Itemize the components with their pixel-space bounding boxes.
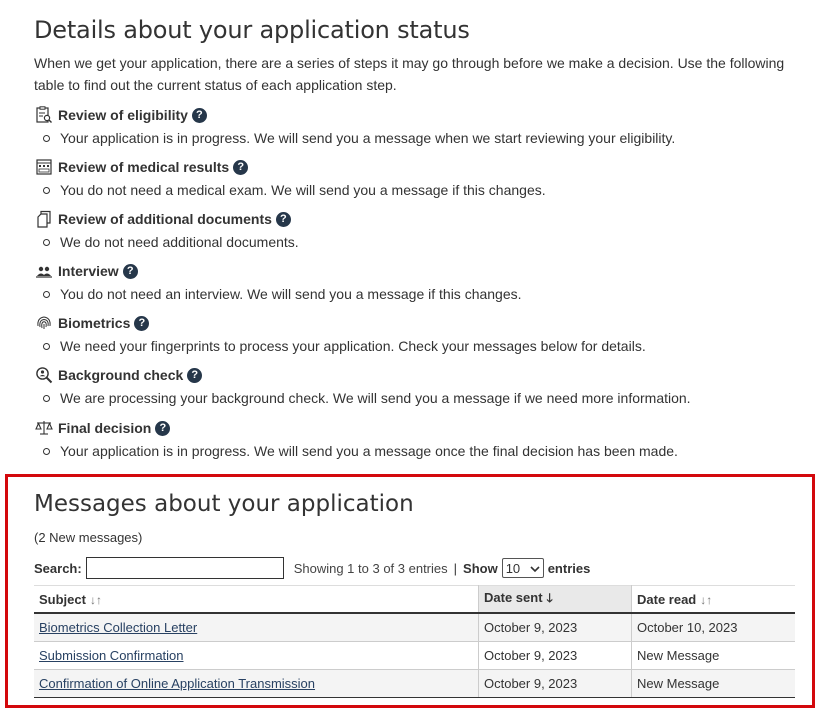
cell-subject: Biometrics Collection Letter [34,613,479,642]
help-icon[interactable]: ? [191,107,207,123]
step-title: Review of additional documents [58,211,272,227]
chevron-down-icon [530,561,540,576]
column-header-date-read[interactable]: Date read ↓↑ [631,585,795,614]
column-header-subject[interactable]: Subject ↓↑ [34,585,479,614]
table-header-row: Subject ↓↑ Date sent 🡓 Date read ↓↑ [34,585,795,614]
step-description: You do not need an interview. We will se… [34,284,814,304]
cell-subject: Confirmation of Online Application Trans… [34,669,479,698]
search-input[interactable] [85,557,284,579]
step-description: We do not need additional documents. [34,232,814,252]
entries-per-page-select[interactable]: 10 [501,558,544,578]
cell-date-read: New Message [631,669,795,698]
step-medical: Review of medical results ? You do not n… [34,157,814,200]
help-icon[interactable]: ? [155,420,171,436]
documents-icon [34,209,54,229]
help-icon[interactable]: ? [275,211,291,227]
sort-both-icon: ↓↑ [89,592,102,607]
entries-info: Showing 1 to 3 of 3 entries [293,560,448,576]
step-title: Review of eligibility [58,107,188,123]
step-title: Interview [58,263,119,279]
column-label: Date read [637,591,697,607]
entries-label: entries [547,560,591,576]
cell-date-read: New Message [631,641,795,670]
step-description: Your application is in progress. We will… [34,128,814,148]
separator: | [453,560,458,576]
fingerprint-icon [34,313,54,333]
step-background-check: Background check ? We are processing you… [34,365,814,408]
scales-icon [34,418,54,438]
step-title: Final decision [58,420,152,436]
messages-table: Subject ↓↑ Date sent 🡓 Date read ↓↑ Biometr… [34,585,795,698]
step-description: We are processing your background check.… [34,388,814,408]
column-header-date-sent[interactable]: Date sent 🡓 [478,585,632,614]
column-label: Subject [39,591,86,607]
step-final-decision: Final decision ? Your application is in … [34,418,814,461]
show-label: Show [463,560,498,576]
table-row: Biometrics Collection Letter October 9, … [34,613,795,642]
message-link[interactable]: Confirmation of Online Application Trans… [39,676,315,691]
step-documents: Review of additional documents ? We do n… [34,209,814,252]
entries-per-page-value: 10 [505,560,521,576]
help-icon[interactable]: ? [233,159,249,175]
step-eligibility: Review of eligibility ? Your application… [34,105,814,148]
message-link[interactable]: Submission Confirmation [39,648,184,663]
table-row: Confirmation of Online Application Trans… [34,669,795,698]
cell-date-read: October 10, 2023 [631,613,795,642]
help-icon[interactable]: ? [134,315,150,331]
sort-both-icon: ↓↑ [700,592,713,607]
step-description: You do not need a medical exam. We will … [34,180,814,200]
step-description: We need your fingerprints to process you… [34,336,814,356]
new-messages-count: (2 New messages) [34,530,143,545]
step-title: Background check [58,367,184,383]
table-controls: Search: Showing 1 to 3 of 3 entries | Sh… [34,557,590,579]
messages-title: Messages about your application [34,491,414,517]
people-icon [34,261,54,281]
sort-descending-icon: 🡓 [546,590,553,605]
cell-date-sent: October 9, 2023 [478,669,632,698]
column-label: Date sent [484,589,543,605]
table-row: Submission Confirmation October 9, 2023 … [34,641,795,670]
cell-date-sent: October 9, 2023 [478,641,632,670]
help-icon[interactable]: ? [187,367,203,383]
intro-text: When we get your application, there are … [34,55,785,93]
cell-date-sent: October 9, 2023 [478,613,632,642]
search-label: Search: [34,560,82,576]
help-icon[interactable]: ? [122,263,138,279]
clipboard-search-icon [34,105,54,125]
step-title: Biometrics [58,315,131,331]
message-link[interactable]: Biometrics Collection Letter [39,620,197,635]
step-description: Your application is in progress. We will… [34,441,814,461]
medical-report-icon [34,157,54,177]
step-title: Review of medical results [58,159,230,175]
step-biometrics: Biometrics ? We need your fingerprints t… [34,313,814,356]
magnifier-person-icon [34,365,54,385]
page-title: Details about your application status [34,16,470,44]
step-interview: Interview ? You do not need an interview… [34,261,814,304]
cell-subject: Submission Confirmation [34,641,479,670]
